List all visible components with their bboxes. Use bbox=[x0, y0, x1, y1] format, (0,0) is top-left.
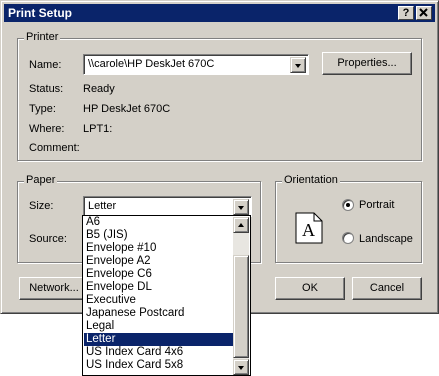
title-bar[interactable]: Print Setup ? bbox=[4, 4, 435, 22]
landscape-radio[interactable] bbox=[342, 232, 354, 244]
paper-size-dropdown-button[interactable] bbox=[233, 199, 249, 215]
paper-size-option[interactable]: US Index Card 4x6 bbox=[84, 346, 234, 359]
arrow-up-icon bbox=[238, 223, 244, 227]
paper-size-value: Letter bbox=[88, 200, 117, 212]
properties-button[interactable]: Properties... bbox=[322, 52, 412, 75]
close-button[interactable] bbox=[416, 6, 432, 20]
source-label: Source: bbox=[29, 233, 67, 245]
orientation-group-label: Orientation bbox=[282, 174, 340, 186]
where-label: Where: bbox=[29, 123, 65, 135]
paper-size-option[interactable]: Envelope #10 bbox=[84, 242, 234, 255]
comment-label: Comment: bbox=[29, 142, 80, 154]
network-button[interactable]: Network... bbox=[19, 277, 89, 300]
paper-size-option[interactable]: Executive bbox=[84, 294, 234, 307]
paper-size-dropdown-list[interactable]: A6 B5 (JIS) Envelope #10 Envelope A2 Env… bbox=[82, 215, 251, 376]
type-label: Type: bbox=[29, 103, 56, 115]
printer-group-label: Printer bbox=[24, 31, 61, 43]
close-icon bbox=[419, 8, 428, 17]
scroll-down-button[interactable] bbox=[233, 359, 249, 375]
chevron-down-icon bbox=[238, 206, 244, 210]
paper-size-option[interactable]: Envelope A2 bbox=[84, 255, 234, 268]
paper-size-option[interactable]: Japanese Postcard bbox=[84, 307, 234, 320]
landscape-label[interactable]: Landscape bbox=[359, 233, 413, 245]
arrow-down-icon bbox=[238, 366, 244, 370]
cancel-button[interactable]: Cancel bbox=[352, 277, 422, 300]
paper-size-combo[interactable]: Letter bbox=[83, 196, 252, 217]
status-label: Status: bbox=[29, 83, 64, 95]
printer-name-dropdown-button[interactable] bbox=[290, 57, 306, 73]
printer-name-combo[interactable]: \\carole\HP DeskJet 670C bbox=[83, 54, 309, 75]
ok-button[interactable]: OK bbox=[275, 277, 345, 300]
paper-size-option[interactable]: US Index Card 5x8 bbox=[84, 359, 234, 372]
status-value: Ready bbox=[83, 83, 115, 95]
scroll-thumb[interactable] bbox=[233, 255, 249, 358]
chevron-down-icon bbox=[295, 64, 301, 68]
window-title: Print Setup bbox=[8, 6, 73, 20]
printer-name-label: Name: bbox=[29, 59, 62, 71]
radio-selected-dot bbox=[346, 203, 350, 207]
scroll-up-button[interactable] bbox=[233, 217, 249, 233]
paper-group-label: Paper bbox=[24, 174, 58, 186]
paper-size-option[interactable]: Envelope C6 bbox=[84, 268, 234, 281]
dropdown-scrollbar[interactable] bbox=[233, 217, 249, 375]
page-orientation-icon: A bbox=[295, 212, 323, 244]
printer-name-value: \\carole\HP DeskJet 670C bbox=[88, 58, 215, 70]
paper-size-option[interactable]: Envelope DL bbox=[84, 281, 234, 294]
paper-size-option[interactable]: A6 bbox=[84, 216, 234, 229]
type-value: HP DeskJet 670C bbox=[83, 103, 171, 115]
paper-size-option[interactable]: B5 (JIS) bbox=[84, 229, 234, 242]
where-value: LPT1: bbox=[83, 123, 113, 135]
orientation-preview-letter: A bbox=[302, 220, 315, 240]
portrait-radio[interactable] bbox=[342, 199, 354, 211]
paper-size-option-selected[interactable]: Letter bbox=[84, 333, 234, 346]
help-button[interactable]: ? bbox=[398, 6, 414, 20]
size-label: Size: bbox=[29, 200, 54, 212]
portrait-label[interactable]: Portrait bbox=[359, 199, 394, 211]
paper-size-option[interactable]: Legal bbox=[84, 320, 234, 333]
